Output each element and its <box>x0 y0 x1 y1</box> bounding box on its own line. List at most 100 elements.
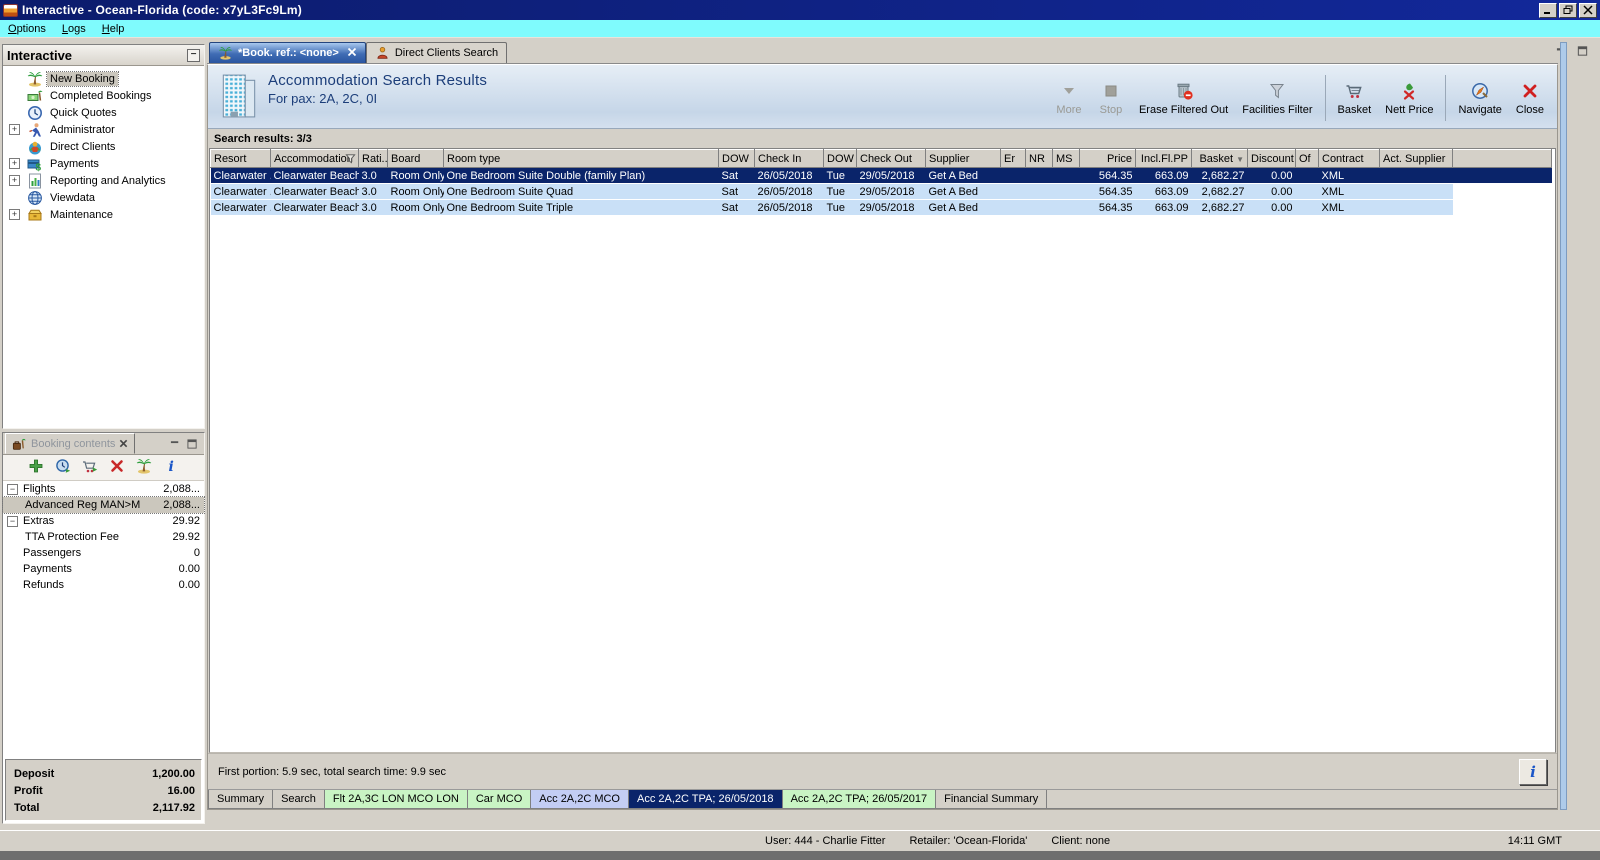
direct-clients-icon <box>26 139 43 155</box>
erase-filtered-out-button[interactable]: Erase Filtered Out <box>1132 79 1235 118</box>
summary-row-total: Total 2,117.92 <box>14 799 195 816</box>
bottom-tab-car-mco[interactable]: Car MCO <box>467 790 532 809</box>
delete-item-button[interactable] <box>109 458 125 477</box>
expand-toggle[interactable]: − <box>7 483 18 495</box>
sidebar-item-maintenance[interactable]: + Maintenance <box>3 206 204 223</box>
palm-tree-icon <box>218 46 233 60</box>
booking-contents-close-icon[interactable] <box>119 439 128 448</box>
column-header-check-in[interactable]: Check In <box>754 149 824 168</box>
restore-button[interactable] <box>1559 2 1577 18</box>
column-header-resort[interactable]: Resort <box>210 149 271 168</box>
booking-row-advanced-reg-man-m[interactable]: Advanced Reg MAN>M 2,088... <box>2 496 205 514</box>
booking-row-passengers[interactable]: Passengers 0 <box>3 545 204 561</box>
result-cell-of <box>1295 183 1319 200</box>
booking-row-tta-protection-fee[interactable]: TTA Protection Fee 29.92 <box>3 529 204 545</box>
booking-row-refunds[interactable]: Refunds 0.00 <box>3 577 204 593</box>
sidebar-item-reporting-and-analytics[interactable]: + Reporting and Analytics <box>3 172 204 189</box>
column-header-dow[interactable]: DOW <box>823 149 857 168</box>
sidebar-item-new-booking[interactable]: New Booking <box>3 70 204 87</box>
bottom-tab-acc-2a-2c-tpa-26-05-2018[interactable]: Acc 2A,2C TPA; 26/05/2018 <box>628 790 783 809</box>
column-header-nr[interactable]: NR <box>1025 149 1053 168</box>
svg-text:i: i <box>169 459 174 474</box>
bottom-tab-summary[interactable]: Summary <box>208 790 274 809</box>
bottom-tab-flt-2a-3c-lon-mco-lon[interactable]: Flt 2A,3C LON MCO LON <box>324 790 468 809</box>
close-button[interactable]: Close <box>1509 79 1551 118</box>
column-header-ms[interactable]: MS <box>1052 149 1080 168</box>
booking-row-payments[interactable]: Payments 0.00 <box>3 561 204 577</box>
booking-minimize-icon[interactable] <box>170 439 181 449</box>
booking-row-flights[interactable]: − Flights 2,088... <box>3 481 204 497</box>
column-header-incl-fl-pp[interactable]: Incl.Fl.PP <box>1135 149 1192 168</box>
booking-row-value: 0.00 <box>178 579 200 591</box>
sidebar-item-viewdata[interactable]: Viewdata <box>3 189 204 206</box>
result-cell-price: 564.35 <box>1079 167 1136 184</box>
maintenance-icon <box>26 207 43 223</box>
filter-funnel-icon[interactable] <box>345 153 356 167</box>
close-button[interactable] <box>1579 2 1597 18</box>
result-cell-rati: 3.0 <box>358 183 388 200</box>
minimize-button[interactable] <box>1539 2 1557 18</box>
menu-item-help[interactable]: Help <box>94 22 133 36</box>
tab-close-icon[interactable] <box>347 47 357 60</box>
column-header-act-supplier[interactable]: Act. Supplier <box>1379 149 1453 168</box>
column-header-supplier[interactable]: Supplier <box>925 149 1001 168</box>
result-cell-price: 564.35 <box>1079 199 1136 216</box>
result-row[interactable]: Clearwater ...Clearwater Beach Ma...3.0R… <box>210 199 1552 216</box>
column-header-room-type[interactable]: Room type <box>443 149 719 168</box>
booking-button[interactable] <box>136 458 152 477</box>
menu-item-options[interactable]: Options <box>0 22 54 36</box>
add-to-basket-button[interactable] <box>82 458 98 477</box>
basket-icon <box>1344 81 1364 101</box>
column-header-rati[interactable]: Rati... <box>358 149 388 168</box>
reporting-icon <box>26 173 43 189</box>
nett-price-button[interactable]: Nett Price <box>1378 79 1440 118</box>
tab-book-ref-none[interactable]: *Book. ref.: <none> <box>209 42 366 63</box>
navigate-button[interactable]: Navigate <box>1451 79 1508 118</box>
booking-maximize-icon[interactable] <box>187 438 198 449</box>
bottom-tab-acc-2a-2c-mco[interactable]: Acc 2A,2C MCO <box>531 790 629 809</box>
result-cell-resort: Clearwater ... <box>210 183 271 200</box>
column-header-basket[interactable]: Basket ▼ <box>1191 149 1248 168</box>
result-cell-accommodation: Clearwater Beach Ma... <box>270 167 359 184</box>
result-cell-dow: Tue <box>823 167 857 184</box>
result-cell-dow: Tue <box>823 199 857 216</box>
booking-contents-tab[interactable]: Booking contents <box>5 433 136 454</box>
result-row[interactable]: Clearwater ...Clearwater Beach Ma...3.0R… <box>210 167 1552 184</box>
expand-toggle[interactable]: + <box>9 124 20 135</box>
basket-button[interactable]: Basket <box>1331 79 1379 118</box>
mdi-maximize-icon[interactable] <box>1577 46 1588 56</box>
expand-toggle[interactable]: + <box>9 175 20 186</box>
result-row[interactable]: Clearwater ...Clearwater Beach Ma...3.0R… <box>210 183 1552 200</box>
column-header-er[interactable]: Er <box>1000 149 1026 168</box>
summary-row-deposit: Deposit 1,200.00 <box>14 765 195 782</box>
sidebar-item-direct-clients[interactable]: Direct Clients <box>3 138 204 155</box>
sidebar-item-quick-quotes[interactable]: Quick Quotes <box>3 104 204 121</box>
tab-direct-clients-search[interactable]: Direct Clients Search <box>365 42 508 63</box>
column-header-of[interactable]: Of <box>1295 149 1319 168</box>
column-header-board[interactable]: Board <box>387 149 444 168</box>
expand-toggle[interactable]: + <box>9 158 20 169</box>
facilities-filter-button[interactable]: Facilities Filter <box>1235 79 1319 118</box>
menu-item-logs[interactable]: Logs <box>54 22 94 36</box>
results-info-button[interactable]: i <box>1519 758 1547 785</box>
booking-row-extras[interactable]: − Extras 29.92 <box>3 513 204 529</box>
column-header-discount[interactable]: Discount <box>1247 149 1296 168</box>
expand-toggle[interactable]: − <box>7 515 18 527</box>
column-header-price[interactable]: Price <box>1079 149 1136 168</box>
column-header-check-out[interactable]: Check Out <box>856 149 926 168</box>
result-cell-basket: 2,682.27 <box>1191 183 1248 200</box>
bottom-tab-acc-2a-2c-tpa-26-05-2017[interactable]: Acc 2A,2C TPA; 26/05/2017 <box>782 790 937 809</box>
add-item-button[interactable] <box>28 458 44 477</box>
bottom-tab-financial-summary[interactable]: Financial Summary <box>936 790 1048 809</box>
refresh-button[interactable] <box>55 458 71 477</box>
sidebar-item-payments[interactable]: + $ Payments <box>3 155 204 172</box>
column-header-dow[interactable]: DOW <box>718 149 755 168</box>
item-info-button[interactable]: i <box>163 458 179 477</box>
expand-toggle[interactable]: + <box>9 209 20 220</box>
column-header-contract[interactable]: Contract <box>1318 149 1380 168</box>
bottom-tab-search[interactable]: Search <box>273 790 325 809</box>
sidebar-item-administrator[interactable]: + Administrator <box>3 121 204 138</box>
column-header-accommodation[interactable]: Accommodation <box>270 149 359 168</box>
sidebar-collapse-button[interactable]: − <box>187 48 200 62</box>
sidebar-item-completed-bookings[interactable]: Completed Bookings <box>3 87 204 104</box>
